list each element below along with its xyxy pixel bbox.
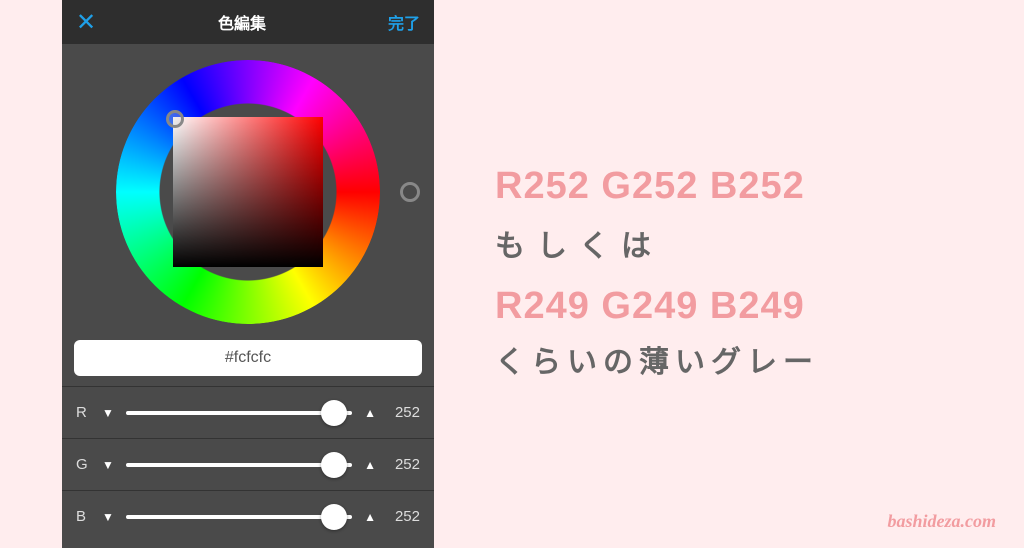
slider-thumb-g[interactable]: [321, 452, 347, 478]
decrement-b-icon[interactable]: ▼: [102, 510, 114, 524]
close-icon[interactable]: ✕: [76, 8, 96, 37]
header-bar: ✕ 色編集 完了: [62, 0, 434, 44]
increment-r-icon[interactable]: ▲: [364, 406, 376, 420]
channel-label-g: G: [76, 456, 90, 473]
annotation-text: R252 G252 B252 もしくは R249 G249 B249 くらいの薄…: [495, 155, 1005, 387]
annotation-line-3: R249 G249 B249: [495, 275, 1005, 338]
slider-track-r[interactable]: [126, 411, 352, 415]
value-g: 252: [388, 456, 420, 473]
saturation-value-square[interactable]: [173, 117, 323, 267]
sv-cursor[interactable]: [166, 110, 184, 128]
decrement-g-icon[interactable]: ▼: [102, 458, 114, 472]
hex-input[interactable]: [74, 340, 422, 376]
annotation-line-4: くらいの薄いグレー: [495, 338, 1005, 388]
value-r: 252: [388, 404, 420, 421]
done-button[interactable]: 完了: [388, 10, 420, 34]
increment-b-icon[interactable]: ▲: [364, 510, 376, 524]
slider-row-r: R ▼ ▲ 252: [62, 386, 434, 438]
dialog-title: 色編集: [218, 10, 266, 34]
color-edit-panel: ✕ 色編集 完了 R ▼ ▲ 252 G ▼ ▲ 252 B ▼: [62, 0, 434, 548]
slider-thumb-r[interactable]: [321, 400, 347, 426]
hue-cursor[interactable]: [400, 182, 420, 202]
annotation-line-1: R252 G252 B252: [495, 155, 1005, 218]
slider-row-g: G ▼ ▲ 252: [62, 438, 434, 490]
value-b: 252: [388, 508, 420, 525]
channel-label-r: R: [76, 404, 90, 421]
annotation-line-2: もしくは: [495, 222, 1005, 272]
hex-area: [62, 340, 434, 386]
increment-g-icon[interactable]: ▲: [364, 458, 376, 472]
slider-row-b: B ▼ ▲ 252: [62, 490, 434, 542]
channel-label-b: B: [76, 508, 90, 525]
slider-thumb-b[interactable]: [321, 504, 347, 530]
watermark: bashideza.com: [887, 511, 996, 532]
slider-track-g[interactable]: [126, 463, 352, 467]
decrement-r-icon[interactable]: ▼: [102, 406, 114, 420]
slider-track-b[interactable]: [126, 515, 352, 519]
color-wheel-area: [62, 44, 434, 340]
